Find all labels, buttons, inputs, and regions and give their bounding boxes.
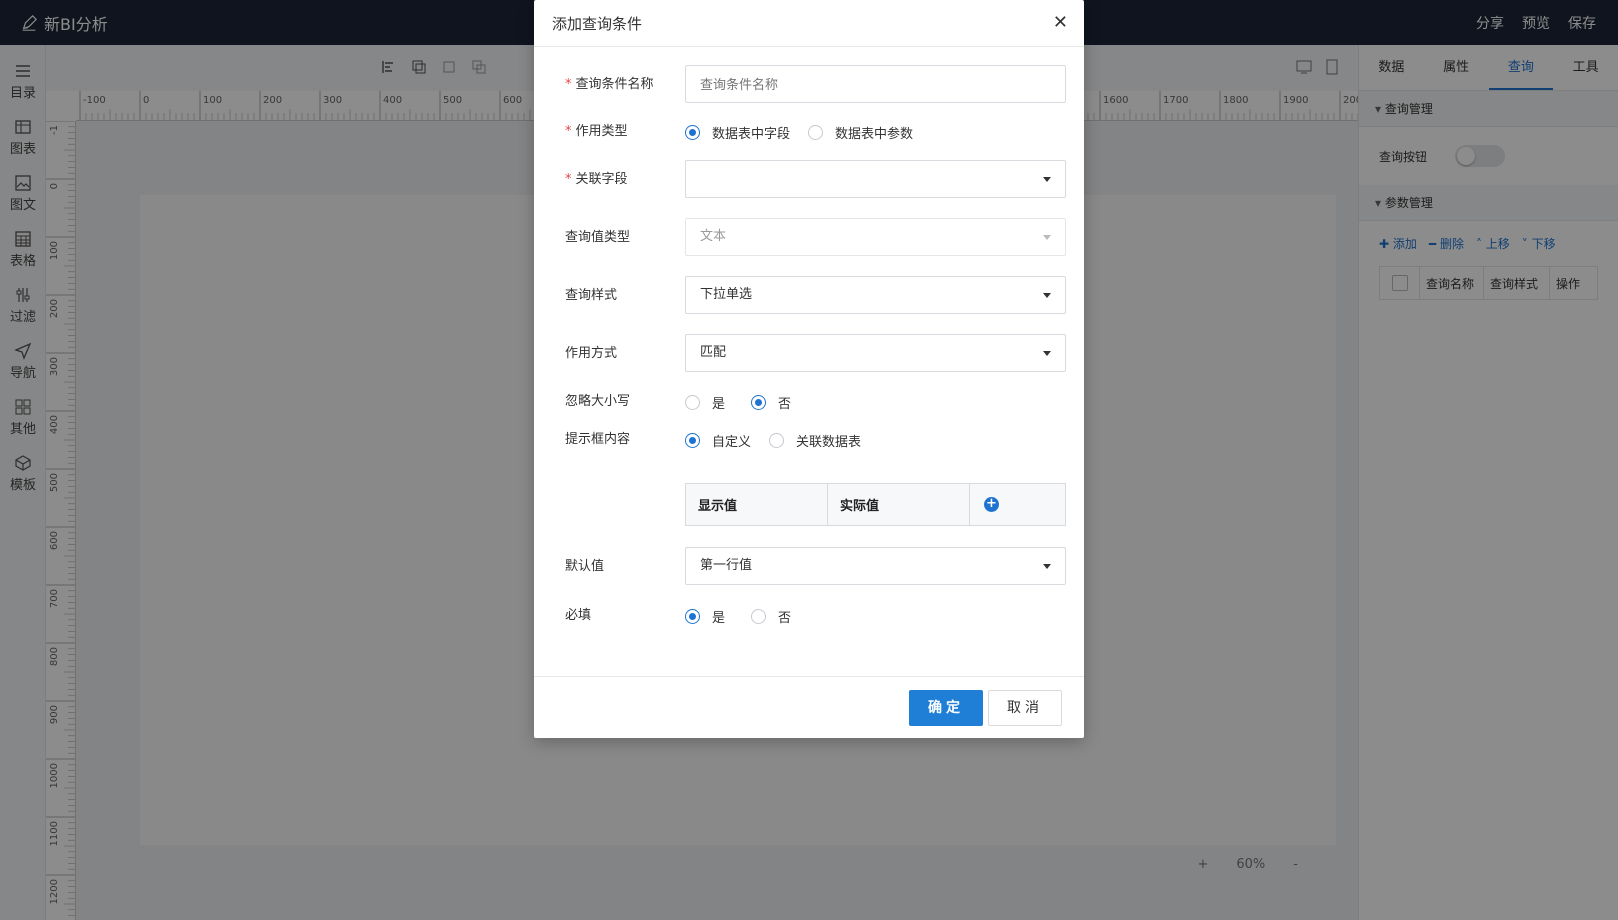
radio-label: 关联数据表 [796,434,862,450]
row-query-name: * 查询条件名称 [534,65,1084,105]
confirm-button[interactable]: 确定 [909,690,983,726]
select-value: 下拉单选 [700,287,753,302]
select-value: 匹配 [700,345,727,360]
label-query-style: 查询样式 [565,288,618,303]
select-value: 文本 [700,229,727,244]
cancel-button[interactable]: 取消 [988,690,1062,726]
label-default-value: 默认值 [565,559,605,574]
label-value-type: 查询值类型 [565,230,631,245]
radio-ignore-case-no[interactable]: 否 [751,393,791,412]
dialog-title: 添加查询条件 [552,14,643,33]
dialog-footer: 确定 取消 [534,676,1084,738]
radio-label: 是 [712,396,726,412]
radio-required-yes[interactable]: 是 [685,607,725,626]
row-value-type: 查询值类型 文本 [534,218,1084,258]
label-required: 必填 [565,608,592,623]
radio-label: 是 [712,610,726,626]
radio-required-no[interactable]: 否 [751,607,791,626]
row-ignore-case: 忽略大小写 是 否 [534,382,1084,422]
radio-label: 否 [778,396,792,412]
chevron-down-icon [1043,177,1051,182]
radio-custom[interactable]: 自定义 [685,431,751,450]
hint-value-table: 显示值 实际值 + [685,483,1066,526]
chevron-down-icon [1043,235,1051,240]
radio-label: 数据表中参数 [835,126,914,142]
query-name-input[interactable] [685,65,1066,103]
radio-label: 否 [778,610,792,626]
related-field-select[interactable] [685,160,1066,198]
chevron-down-icon [1043,293,1051,298]
label-scope-type: 作用类型 [575,124,628,139]
value-type-select: 文本 [685,218,1066,256]
label-hint-content: 提示框内容 [565,432,631,447]
row-query-style: 查询样式 下拉单选 [534,276,1084,316]
row-hint-content: 提示框内容 自定义 关联数据表 [534,420,1084,460]
radio-label: 数据表中字段 [712,126,791,142]
col-display-value: 显示值 [686,484,828,525]
row-required: 必填 是 否 [534,596,1084,636]
add-query-condition-dialog: 添加查询条件 ✕ *查询条件名称 *作用类型 数据表中字段 数据表中参数 *关联… [534,0,1084,738]
radio-table-param[interactable]: 数据表中参数 [808,123,913,142]
chevron-down-icon [1043,351,1051,356]
row-related-field: * 关联字段 [534,160,1084,200]
chevron-down-icon [1043,564,1051,569]
label-match-mode: 作用方式 [565,346,618,361]
add-row-icon[interactable]: + [984,497,999,512]
col-actual-value: 实际值 [828,484,970,525]
select-value: 第一行值 [700,558,753,573]
query-style-select[interactable]: 下拉单选 [685,276,1066,314]
radio-ignore-case-yes[interactable]: 是 [685,393,725,412]
radio-label: 自定义 [712,434,752,450]
label-related-field: 关联字段 [575,172,628,187]
row-default-value: 默认值 第一行值 [534,547,1084,587]
radio-related-table[interactable]: 关联数据表 [769,431,861,450]
close-icon[interactable]: ✕ [1053,12,1068,33]
row-match-mode: 作用方式 匹配 [534,334,1084,374]
default-value-select[interactable]: 第一行值 [685,547,1066,585]
label-ignore-case: 忽略大小写 [565,394,631,409]
radio-table-field[interactable]: 数据表中字段 [685,123,790,142]
match-mode-select[interactable]: 匹配 [685,334,1066,372]
row-scope-type: * 作用类型 数据表中字段 数据表中参数 [565,123,914,142]
label-query-name: 查询条件名称 [575,77,654,92]
